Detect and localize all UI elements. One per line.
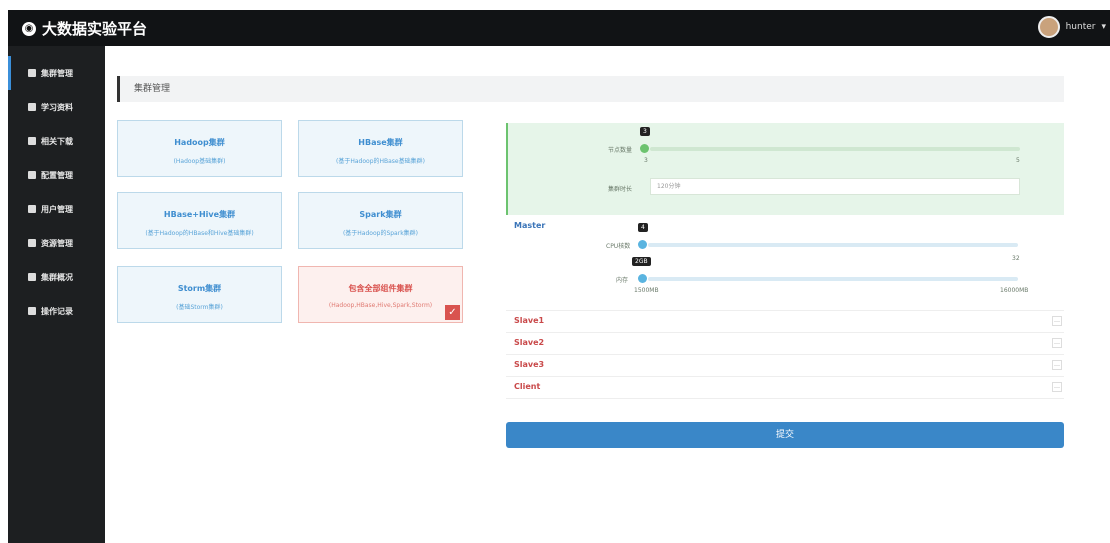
node-row-slave3[interactable]: Slave3 … xyxy=(506,355,1064,377)
card-title: HBase+Hive集群 xyxy=(163,210,236,219)
brand: ◉ 大数据实验平台 xyxy=(22,18,147,39)
card-subtitle: (基于Hadoop的HBase和Hive基础集群) xyxy=(145,230,254,237)
chevron-down-icon: ▾ xyxy=(1101,22,1106,32)
user-menu[interactable]: hunter ▾ xyxy=(1037,16,1106,38)
avatar xyxy=(1037,16,1060,38)
card-subtitle: (基于Hadoop的Spark集群) xyxy=(342,230,419,237)
sidebar-item-cluster[interactable]: 集群管理 xyxy=(8,56,105,90)
cpu-handle[interactable] xyxy=(638,240,647,249)
cluster-config: 3 节点数量 3 5 集群时长 120分钟 xyxy=(506,123,1064,215)
card-title: Storm集群 xyxy=(177,284,222,293)
sidebar-item-label: 集群管理 xyxy=(41,68,73,78)
list-icon xyxy=(28,307,36,315)
node-count-label: 节点数量 xyxy=(608,147,633,154)
duration-label: 集群时长 xyxy=(608,186,633,193)
node-count-max: 5 xyxy=(1016,157,1020,164)
card-title: Hadoop集群 xyxy=(174,138,225,147)
sidebar-item-label: 相关下载 xyxy=(41,136,73,146)
gear-icon xyxy=(28,171,36,179)
sidebar: 集群管理 学习资料 相关下载 配置管理 用户管理 资源管理 集群概况 操作记录 xyxy=(8,46,105,543)
expand-icon[interactable]: … xyxy=(1052,338,1062,348)
node-row-slave2[interactable]: Slave2 … xyxy=(506,333,1064,355)
book-icon xyxy=(28,103,36,111)
cluster-card-storm[interactable]: Storm集群 (基础Storm集群) xyxy=(117,266,282,323)
card-title: 包含全部组件集群 xyxy=(348,284,413,293)
sidebar-item-downloads[interactable]: 相关下载 xyxy=(8,124,105,158)
card-title: HBase集群 xyxy=(358,138,403,147)
node-count-slider[interactable] xyxy=(650,147,1020,151)
download-icon xyxy=(28,137,36,145)
app-title: 大数据实验平台 xyxy=(42,20,148,38)
top-bar: ◉ 大数据实验平台 hunter ▾ xyxy=(8,10,1110,46)
card-subtitle: (Hadoop基础集群) xyxy=(173,158,226,165)
master-section: Master 4 CPU核数 32 2GB 内存 1500MB 16000MB xyxy=(506,215,1064,311)
logo-icon: ◉ xyxy=(22,21,36,36)
sidebar-item-label: 集群概况 xyxy=(41,272,73,282)
breadcrumb: 集群管理 xyxy=(117,76,1064,102)
card-title: Spark集群 xyxy=(359,210,402,219)
memory-handle[interactable] xyxy=(638,274,647,283)
node-row-slave1[interactable]: Slave1 … xyxy=(506,311,1064,333)
cpu-slider[interactable] xyxy=(648,243,1018,247)
duration-input[interactable]: 120分钟 xyxy=(650,178,1020,195)
dashboard-icon xyxy=(28,273,36,281)
card-subtitle: (基于Hadoop的HBase基础集群) xyxy=(336,158,425,165)
memory-min: 1500MB xyxy=(634,287,659,294)
sidebar-item-overview[interactable]: 集群概况 xyxy=(8,260,105,294)
sidebar-item-config[interactable]: 配置管理 xyxy=(8,158,105,192)
submit-button[interactable]: 提交 xyxy=(506,422,1064,448)
sidebar-item-users[interactable]: 用户管理 xyxy=(8,192,105,226)
node-name: Client xyxy=(514,382,541,391)
cluster-card-all[interactable]: 包含全部组件集群 (Hadoop,HBase,Hive,Spark,Storm)… xyxy=(298,266,463,323)
memory-slider[interactable] xyxy=(648,277,1018,281)
sidebar-item-label: 学习资料 xyxy=(41,102,73,112)
user-name: hunter xyxy=(1065,22,1096,32)
node-row-client[interactable]: Client … xyxy=(506,377,1064,399)
memory-max: 16000MB xyxy=(1000,287,1029,294)
memory-tooltip: 2GB xyxy=(632,257,651,266)
sidebar-item-learning[interactable]: 学习资料 xyxy=(8,90,105,124)
expand-icon[interactable]: … xyxy=(1052,316,1062,326)
sidebar-item-logs[interactable]: 操作记录 xyxy=(8,294,105,328)
expand-icon[interactable]: … xyxy=(1052,382,1062,392)
sidebar-item-resources[interactable]: 资源管理 xyxy=(8,226,105,260)
node-name: Slave1 xyxy=(514,316,545,325)
node-count-min: 3 xyxy=(644,157,648,164)
check-icon: ✓ xyxy=(445,305,460,320)
cpu-max: 32 xyxy=(1012,255,1020,262)
sidebar-item-label: 资源管理 xyxy=(41,238,73,248)
card-subtitle: (基础Storm集群) xyxy=(176,304,223,311)
cluster-card-spark[interactable]: Spark集群 (基于Hadoop的Spark集群) xyxy=(298,192,463,249)
sidebar-item-label: 配置管理 xyxy=(41,170,73,180)
cpu-tooltip: 4 xyxy=(638,223,648,232)
config-panel: 3 节点数量 3 5 集群时长 120分钟 Master 4 CPU核数 32 … xyxy=(506,123,1064,399)
card-subtitle: (Hadoop,HBase,Hive,Spark,Storm) xyxy=(328,302,433,309)
cluster-card-hadoop[interactable]: Hadoop集群 (Hadoop基础集群) xyxy=(117,120,282,177)
globe-icon xyxy=(28,239,36,247)
cluster-card-hbase[interactable]: HBase集群 (基于Hadoop的HBase基础集群) xyxy=(298,120,463,177)
node-name: Slave3 xyxy=(514,360,545,369)
sidebar-item-label: 用户管理 xyxy=(41,204,73,214)
sidebar-item-label: 操作记录 xyxy=(41,306,73,316)
master-title: Master xyxy=(514,221,546,230)
node-name: Slave2 xyxy=(514,338,545,347)
users-icon xyxy=(28,205,36,213)
node-count-handle[interactable] xyxy=(640,144,649,153)
main-content: 集群管理 Hadoop集群 (Hadoop基础集群) HBase集群 (基于Ha… xyxy=(105,46,1105,543)
node-count-tooltip: 3 xyxy=(640,127,650,136)
cluster-card-hbase-hive[interactable]: HBase+Hive集群 (基于Hadoop的HBase和Hive基础集群) xyxy=(117,192,282,249)
expand-icon[interactable]: … xyxy=(1052,360,1062,370)
memory-label: 内存 xyxy=(616,277,629,284)
server-icon xyxy=(28,69,36,77)
cpu-label: CPU核数 xyxy=(606,243,631,250)
